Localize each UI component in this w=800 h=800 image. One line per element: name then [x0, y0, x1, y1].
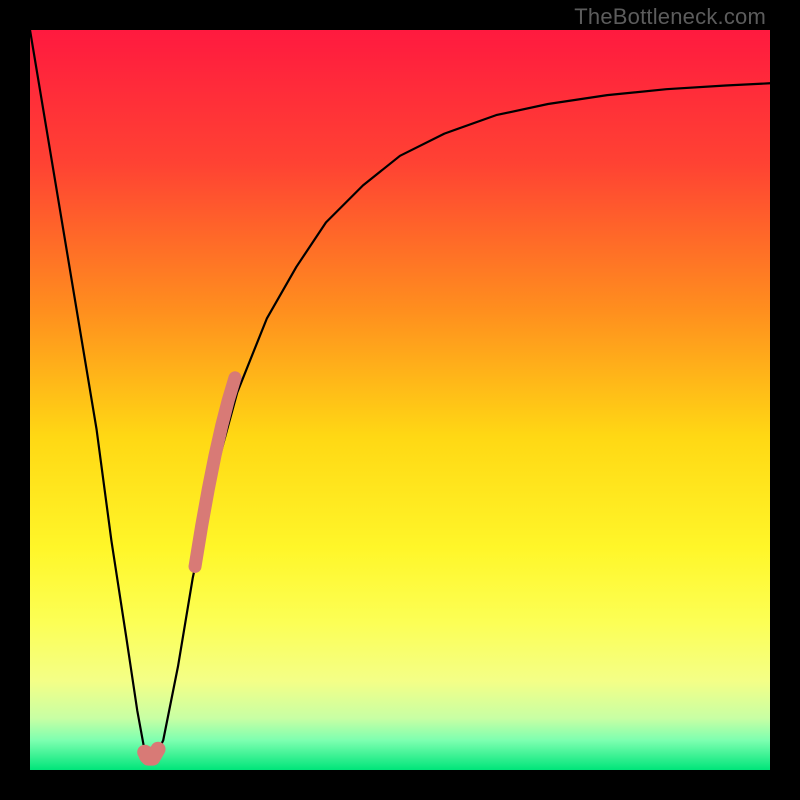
plot-area: [30, 30, 770, 770]
chart-frame: TheBottleneck.com: [0, 0, 800, 800]
watermark-text: TheBottleneck.com: [574, 4, 766, 30]
gradient-background: [30, 30, 770, 770]
highlight-dot: [139, 746, 157, 764]
chart-svg: [30, 30, 770, 770]
